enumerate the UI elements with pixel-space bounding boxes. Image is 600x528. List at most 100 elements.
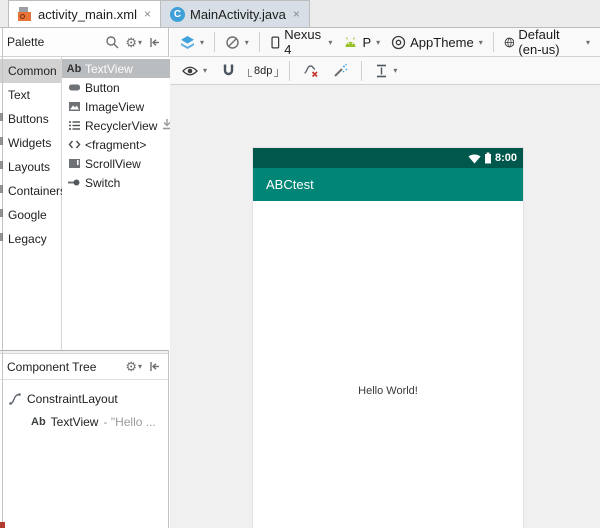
left-strip-text-fragment <box>0 185 3 193</box>
preview-status-bar: 8:00 <box>253 148 523 168</box>
palette-header: Palette ⚙ ▾ <box>0 28 168 57</box>
wifi-icon <box>468 153 481 164</box>
clear-constraints-button[interactable] <box>299 61 323 80</box>
android-studio-layout-editor: activity_main.xml × C MainActivity.java … <box>0 0 600 528</box>
component-tree-header: Component Tree ⚙ ▾ <box>0 354 168 380</box>
infer-constraints-button[interactable] <box>329 61 352 80</box>
palette-item-switch[interactable]: Switch <box>62 173 177 192</box>
palette-category-layouts[interactable]: Layouts <box>0 155 61 179</box>
palette-category-buttons[interactable]: Buttons <box>0 107 61 131</box>
palette-item-recyclerview[interactable]: RecyclerView <box>62 116 177 135</box>
phone-icon <box>270 35 281 50</box>
magic-wand-icon <box>333 63 348 78</box>
left-panel: Palette ⚙ ▾ Common Text Buttons Widgets … <box>0 28 169 528</box>
default-margin-selector[interactable]: 8dp <box>246 65 280 77</box>
chevron-down-icon: ▾ <box>200 38 204 47</box>
search-icon[interactable] <box>105 35 119 49</box>
close-icon[interactable]: × <box>144 7 151 21</box>
hide-panel-icon[interactable] <box>148 360 161 373</box>
chevron-down-icon: ▾ <box>586 38 590 47</box>
magnet-icon <box>221 63 236 78</box>
tree-settings-button[interactable]: ⚙ ▾ <box>125 360 142 373</box>
tab-mainactivity-java[interactable]: C MainActivity.java × <box>160 0 310 27</box>
left-strip-text-fragment <box>0 233 3 241</box>
api-level-selector[interactable]: P ▾ <box>339 33 384 52</box>
palette-category-legacy[interactable]: Legacy <box>0 227 61 251</box>
preview-content[interactable]: Hello World! <box>253 201 523 528</box>
pack-align-button[interactable]: ▾ <box>371 62 401 80</box>
chevron-down-icon: ▾ <box>245 38 249 47</box>
hide-panel-icon[interactable] <box>148 36 161 49</box>
component-tree-title: Component Tree <box>7 360 96 374</box>
tree-item-constraintlayout[interactable]: ConstraintLayout <box>0 387 168 410</box>
palette-category-containers[interactable]: Containers <box>0 179 61 203</box>
device-selector[interactable]: Nexus 4 ▾ <box>266 25 337 59</box>
orientation-icon <box>225 35 240 50</box>
android-icon <box>343 37 358 48</box>
palette-panel: Common Text Buttons Widgets Layouts Cont… <box>0 57 168 350</box>
theme-icon <box>391 35 406 50</box>
palette-item-fragment[interactable]: <fragment> <box>62 135 177 154</box>
locale-selector[interactable]: Default (en-us) ▾ <box>500 25 595 59</box>
imageview-icon <box>67 100 81 114</box>
palette-item-button[interactable]: Button <box>62 78 177 97</box>
chevron-down-icon: ▾ <box>203 66 207 75</box>
orientation-selector[interactable]: ▾ <box>221 33 253 52</box>
hello-world-textview[interactable]: Hello World! <box>253 385 523 397</box>
recyclerview-icon <box>67 119 81 133</box>
constraintlayout-icon <box>8 392 22 406</box>
distribute-vertical-icon <box>375 64 388 78</box>
view-options-button[interactable]: ▾ <box>178 63 211 79</box>
textview-icon: Ab <box>67 62 81 76</box>
design-surface-selector[interactable]: ▾ <box>176 33 208 52</box>
palette-category-common[interactable]: Common <box>0 59 61 83</box>
design-editor-area: ▾ ▾ Nexus 4 ▾ P ▾ AppTheme ▾ <box>170 28 600 528</box>
switch-icon <box>67 176 81 190</box>
chevron-down-icon: ▾ <box>138 38 142 47</box>
constraint-toolbar: ▾ 8dp ▾ <box>170 57 600 85</box>
left-strip-text-fragment <box>0 161 3 169</box>
palette-settings-button[interactable]: ⚙ ▾ <box>125 36 142 49</box>
design-canvas[interactable]: 8:00 ABCtest Hello World! <box>170 85 600 528</box>
button-icon <box>67 81 81 95</box>
left-edge-divider <box>2 28 3 522</box>
palette-item-imageview[interactable]: ImageView <box>62 97 177 116</box>
chevron-down-icon: ▾ <box>393 66 397 75</box>
eye-icon <box>182 65 198 77</box>
layers-icon <box>180 35 195 50</box>
palette-category-widgets[interactable]: Widgets <box>0 131 61 155</box>
java-class-icon: C <box>170 7 185 22</box>
xml-layout-file-icon <box>18 7 33 22</box>
palette-item-scrollview[interactable]: ScrollView <box>62 154 177 173</box>
palette-item-textview[interactable]: Ab TextView <box>62 59 177 78</box>
left-strip-text-fragment <box>0 113 3 121</box>
theme-selector[interactable]: AppTheme ▾ <box>387 33 487 52</box>
left-strip-text-fragment <box>0 137 3 145</box>
palette-category-list: Common Text Buttons Widgets Layouts Cont… <box>0 57 62 350</box>
close-icon[interactable]: × <box>293 7 300 21</box>
chevron-down-icon: ▾ <box>376 38 380 47</box>
palette-title: Palette <box>7 35 44 49</box>
tab-label: MainActivity.java <box>190 7 286 22</box>
fragment-icon <box>67 138 81 152</box>
clear-constraints-icon <box>303 63 319 78</box>
left-strip-text-fragment <box>0 209 3 217</box>
preview-app-title: ABCtest <box>266 177 314 192</box>
tab-activity-main-xml[interactable]: activity_main.xml × <box>8 0 161 27</box>
device-preview[interactable]: 8:00 ABCtest Hello World! <box>253 148 523 528</box>
battery-icon <box>484 152 492 164</box>
palette-category-google[interactable]: Google <box>0 203 61 227</box>
globe-icon <box>504 35 515 50</box>
autoconnect-button[interactable] <box>217 61 240 80</box>
editor-tab-bar: activity_main.xml × C MainActivity.java … <box>0 0 600 28</box>
left-edge-marker <box>0 522 5 528</box>
textview-value: - "Hello ... <box>103 415 155 429</box>
scrollview-icon <box>67 157 81 171</box>
palette-category-text[interactable]: Text <box>0 83 61 107</box>
palette-component-list: Ab TextView Button ImageView <box>62 57 177 350</box>
tree-item-textview[interactable]: Ab TextView - "Hello ... <box>0 410 168 433</box>
preview-app-bar: ABCtest <box>253 168 523 201</box>
gear-icon: ⚙ <box>125 360 137 373</box>
preview-clock: 8:00 <box>495 152 517 164</box>
tab-label: activity_main.xml <box>38 7 137 22</box>
